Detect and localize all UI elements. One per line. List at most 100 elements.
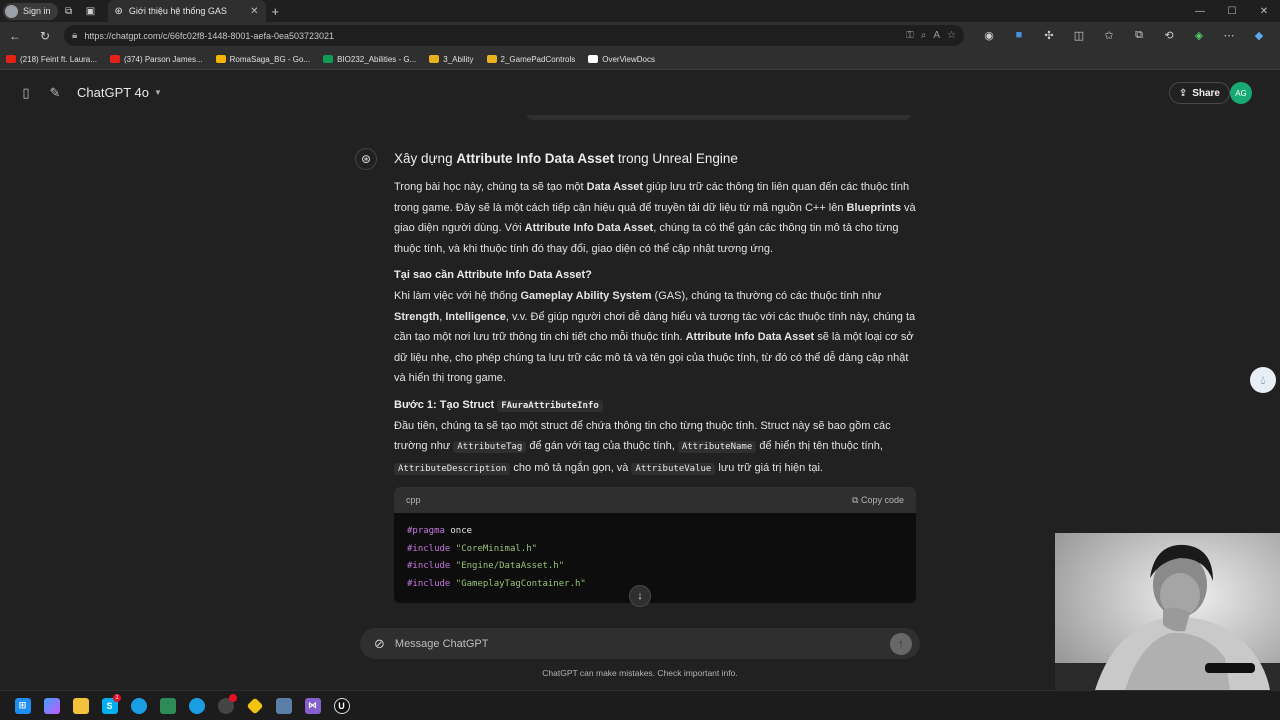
visual-studio-icon[interactable]: ⋈ — [298, 694, 327, 718]
collections-icon[interactable]: ⧉ — [1124, 29, 1154, 42]
tab-actions-icon[interactable]: ▣ — [80, 0, 102, 22]
webcam-overlay — [1055, 533, 1280, 690]
favorite-star-icon[interactable]: ☆ — [947, 30, 956, 41]
bookmark-label: (374) Parson James... — [123, 54, 203, 64]
floating-helper-icon[interactable]: 💧︎ — [1250, 367, 1276, 393]
bookmark-label: 3_Ability — [443, 54, 474, 64]
model-label: ChatGPT 4o — [77, 85, 150, 100]
unreal-engine-icon[interactable]: U — [327, 694, 356, 718]
code-block: cpp ⧉ Copy code #pragma once #include "C… — [394, 487, 916, 603]
git-icon[interactable] — [240, 694, 269, 718]
more-menu-icon[interactable]: ⋯ — [1214, 29, 1244, 42]
sign-in-button[interactable]: Sign in — [3, 2, 58, 20]
new-chat-icon[interactable]: ✎ — [45, 83, 65, 103]
workspaces-icon[interactable]: ⧉ — [58, 0, 80, 22]
bookmark-item[interactable]: 3_Ability — [429, 54, 474, 64]
url-field[interactable]: 🔒︎ https://chatgpt.com/c/66fc02f8-1448-8… — [64, 25, 964, 46]
zoom-icon[interactable]: ⌕ — [921, 30, 927, 41]
previous-user-message — [527, 115, 911, 120]
sidebar-toggle-icon[interactable]: ▯ — [16, 83, 36, 103]
chatgpt-favicon-icon: ⊛ — [114, 5, 123, 17]
youtube-icon — [6, 55, 16, 63]
chatgpt-header: ▯ ✎ ChatGPT 4o ▼ ⇪ Share AG — [0, 70, 1280, 115]
vpn-icon[interactable]: ◈ — [1184, 29, 1214, 42]
send-button[interactable]: ↑ — [890, 632, 912, 655]
paragraph-intro: Trong bài học này, chúng ta sẽ tạo một D… — [394, 181, 916, 255]
bookmark-item[interactable]: BIO232_Abilities - G... — [323, 55, 416, 64]
paragraph-step1: Đầu tiên, chúng ta sẽ tạo một struct để … — [394, 419, 891, 475]
message-composer[interactable]: ⊘ Message ChatGPT ↑ — [360, 628, 920, 659]
new-tab-icon[interactable]: + — [272, 4, 280, 19]
bookmark-label: BIO232_Abilities - G... — [337, 54, 417, 64]
url-text: https://chatgpt.com/c/66fc02f8-1448-8001… — [84, 30, 335, 41]
share-icon: ⇪ — [1178, 87, 1188, 99]
skype-icon[interactable]: S1 — [95, 693, 124, 718]
code-line: #pragma once — [407, 526, 473, 536]
extension-toolbar: ◉ ■ ✣ ◫ ✩ ⧉ ⟲ ◈ ⋯ ◆ — [974, 29, 1274, 42]
share-button[interactable]: ⇪ Share — [1168, 82, 1230, 104]
maximize-icon[interactable]: ☐ — [1216, 6, 1248, 17]
assistant-message: Xây dựng Attribute Info Data Asset trong… — [394, 151, 916, 603]
bookmark-item[interactable]: OverViewDocs — [588, 55, 655, 64]
model-selector[interactable]: ChatGPT 4o ▼ — [77, 85, 162, 100]
message-input[interactable]: Message ChatGPT — [395, 638, 890, 650]
close-tab-icon[interactable]: ✕ — [250, 6, 258, 17]
file-explorer-icon[interactable] — [66, 694, 95, 718]
attach-icon[interactable]: ⊘ — [374, 636, 385, 652]
browser-tab-bar: Sign in ⧉ ▣ ⊛ Giới thiệu hệ thống GAS ✕ … — [0, 0, 1280, 22]
arrow-down-icon: ↓ — [637, 590, 643, 602]
google-sheets-icon — [323, 55, 334, 63]
edge-profile-icon[interactable] — [182, 694, 211, 718]
folder-icon — [486, 55, 497, 63]
profile-avatar-icon — [5, 4, 18, 18]
bookmark-label: (218) Feint ft. Laura... — [20, 54, 97, 64]
windows-taskbar: ⊞ S1 ⋈ U — [0, 690, 1280, 720]
browser-tab-active[interactable]: ⊛ Giới thiệu hệ thống GAS ✕ — [107, 0, 266, 22]
bookmark-item[interactable]: (218) Feint ft. Laura... — [6, 55, 97, 64]
copilot-taskbar-icon[interactable] — [37, 694, 66, 718]
photos-icon[interactable] — [269, 694, 298, 718]
obs-icon[interactable] — [211, 693, 240, 718]
favorites-icon[interactable]: ✩ — [1094, 29, 1124, 42]
extension-blue-icon[interactable]: ■ — [1004, 29, 1034, 42]
bookmark-label: 2_GamePadControls — [500, 54, 576, 64]
user-avatar[interactable]: AG — [1230, 82, 1252, 104]
chevron-down-icon: ▼ — [154, 88, 162, 97]
bookmark-label: RomaSaga_BG - Go... — [229, 54, 311, 64]
webcam-person-image — [1055, 533, 1280, 690]
recording-badge — [229, 693, 237, 702]
close-window-icon[interactable]: ✕ — [1248, 6, 1280, 17]
sign-in-label: Sign in — [23, 6, 51, 16]
copilot-icon[interactable]: ◆ — [1244, 29, 1274, 42]
back-icon[interactable]: ← — [0, 29, 30, 43]
copy-icon: ⧉ — [852, 494, 861, 505]
key-icon[interactable]: ⚿ — [906, 30, 914, 41]
window-controls: — ☐ ✕ — [1184, 0, 1280, 22]
paragraph-why: Khi làm việc với hệ thống Gameplay Abili… — [394, 290, 916, 384]
code-line: #include "CoreMinimal.h" — [407, 543, 538, 554]
youtube-icon — [109, 55, 120, 63]
google-drive-icon — [215, 55, 226, 63]
folder-icon — [429, 55, 440, 63]
start-icon[interactable]: ⊞ — [8, 694, 37, 718]
refresh-icon[interactable]: ↻ — [30, 29, 60, 43]
bookmarks-bar: (218) Feint ft. Laura... (374) Parson Ja… — [0, 49, 1280, 70]
edge-icon[interactable] — [124, 694, 153, 718]
bookmark-item[interactable]: RomaSaga_BG - Go... — [215, 54, 311, 64]
notepad-icon[interactable] — [153, 694, 182, 718]
history-icon[interactable]: ⟲ — [1154, 29, 1184, 42]
extension-gamepad-icon[interactable]: ◉ — [974, 29, 1004, 42]
bookmark-item[interactable]: 2_GamePadControls — [486, 54, 576, 64]
copy-code-button[interactable]: ⧉ Copy code — [852, 495, 904, 506]
bookmark-item[interactable]: (374) Parson James... — [109, 54, 203, 64]
docs-icon — [588, 55, 599, 63]
scroll-down-button[interactable]: ↓ — [629, 585, 651, 607]
minimize-icon[interactable]: — — [1184, 6, 1216, 17]
lock-icon[interactable]: 🔒︎ — [72, 30, 77, 41]
split-screen-icon[interactable]: ◫ — [1064, 29, 1094, 42]
extensions-puzzle-icon[interactable]: ✣ — [1034, 29, 1064, 42]
section-heading-why: Tại sao cần Attribute Info Data Asset? — [394, 269, 592, 281]
bookmark-label: OverViewDocs — [602, 54, 656, 64]
read-aloud-icon[interactable]: A — [933, 30, 940, 41]
code-body: #pragma once #include "CoreMinimal.h" #i… — [394, 513, 916, 603]
